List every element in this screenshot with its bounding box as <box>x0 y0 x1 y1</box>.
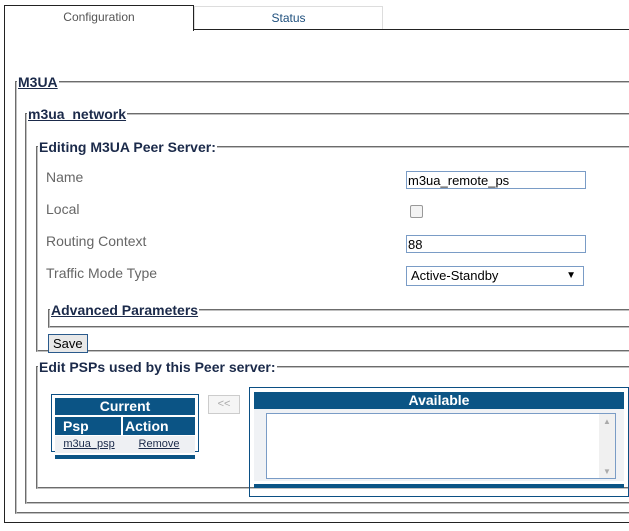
traffic-mode-select[interactable]: Active-Standby ▼ <box>406 266 584 286</box>
scroll-down-icon[interactable]: ▼ <box>603 467 611 476</box>
name-label: Name <box>46 169 84 185</box>
advanced-fieldset: Advanced Parameters <box>48 302 629 328</box>
scroll-up-icon[interactable]: ▲ <box>603 417 611 426</box>
add-psp-button[interactable]: << <box>208 395 240 414</box>
current-psp-table: Current Psp Action m3ua_psp Remove <box>51 394 199 459</box>
traffic-mode-value: Active-Standby <box>411 268 499 283</box>
scrollbar[interactable]: ▲ ▼ <box>599 414 615 478</box>
name-input[interactable] <box>406 171 586 189</box>
available-title: Available <box>254 392 624 409</box>
psp-fieldset: Edit PSPs used by this Peer server: Curr… <box>36 359 629 497</box>
editing-legend: Editing M3UA Peer Server: <box>39 139 216 155</box>
psp-link[interactable]: m3ua_psp <box>63 438 114 450</box>
psp-legend: Edit PSPs used by this Peer server: <box>39 359 276 375</box>
table-row: m3ua_psp Remove <box>55 436 195 453</box>
network-fieldset: m3ua_network Editing M3UA Peer Server: N… <box>25 106 629 504</box>
editing-fieldset: Editing M3UA Peer Server: Name Local Rou… <box>36 139 629 353</box>
traffic-mode-label: Traffic Mode Type <box>46 265 158 281</box>
tab-configuration[interactable]: Configuration <box>4 5 194 31</box>
column-header-psp: Psp <box>55 417 121 435</box>
routing-context-input[interactable] <box>406 235 586 253</box>
m3ua-link[interactable]: M3UA <box>18 74 58 90</box>
column-header-action: Action <box>123 417 195 435</box>
local-label: Local <box>46 201 80 217</box>
routing-context-label: Routing Context <box>46 233 147 249</box>
current-title: Current <box>55 398 195 415</box>
tab-status[interactable]: Status <box>194 6 383 29</box>
available-footer <box>254 484 624 488</box>
save-button[interactable]: Save <box>48 334 88 353</box>
network-link[interactable]: m3ua_network <box>28 106 126 122</box>
m3ua-fieldset: M3UA m3ua_network Editing M3UA Peer Serv… <box>15 74 629 514</box>
available-psp-list[interactable]: ▲ ▼ <box>266 413 616 479</box>
remove-link[interactable]: Remove <box>139 438 180 450</box>
available-psp-panel: Available ▲ ▼ <box>249 387 629 497</box>
local-checkbox[interactable] <box>410 205 423 218</box>
dropdown-arrow-icon: ▼ <box>566 270 576 281</box>
advanced-parameters-link[interactable]: Advanced Parameters <box>51 302 198 318</box>
tab-panel: M3UA m3ua_network Editing M3UA Peer Serv… <box>4 29 629 523</box>
current-footer <box>55 455 195 459</box>
